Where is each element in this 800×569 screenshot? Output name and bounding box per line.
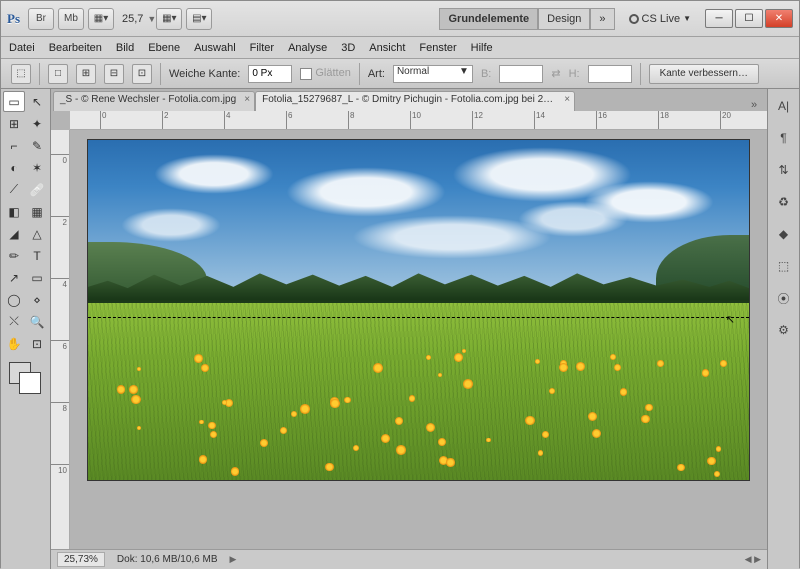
height-input [588,65,632,83]
dock-icon-7[interactable]: ⚙ [773,319,795,341]
tool-7[interactable]: ✶ [26,157,48,178]
tool-23[interactable]: ⊡ [26,333,48,354]
marquee-selection [88,317,749,318]
selection-subtract[interactable]: ⊟ [104,64,124,84]
menu-filter[interactable]: Filter [250,42,274,54]
refine-edge-button[interactable]: Kante verbessern… [649,64,759,84]
menubar: Datei Bearbeiten Bild Ebene Auswahl Filt… [1,37,799,59]
dock-icon-3[interactable]: ♻ [773,191,795,213]
tool-5[interactable]: ✎ [26,135,48,156]
menu-ansicht[interactable]: Ansicht [369,42,405,54]
status-doc-size[interactable]: Dok: 10,6 MB/10,6 MB [117,554,218,565]
status-zoom[interactable]: 25,73% [57,552,105,567]
canvas-grass [88,303,749,480]
tool-4[interactable]: ⌐ [3,135,25,156]
feather-input[interactable] [248,65,292,83]
ruler-horizontal[interactable]: 02468101214161820 [70,111,767,130]
tool-10[interactable]: ◧ [3,201,25,222]
style-select[interactable]: Normal ▼ [393,65,473,83]
tool-2[interactable]: ⊞ [3,113,25,134]
menu-auswahl[interactable]: Auswahl [194,42,236,54]
menu-ebene[interactable]: Ebene [148,42,180,54]
selection-add[interactable]: ⊞ [76,64,96,84]
menu-fenster[interactable]: Fenster [419,42,456,54]
close-button[interactable]: ✕ [765,9,793,28]
feather-label: Weiche Kante: [169,68,240,80]
antialias-checkbox [300,68,312,80]
selection-new[interactable]: □ [48,64,68,84]
tool-20[interactable]: ⤬ [3,311,25,332]
tool-18[interactable]: ◯ [3,289,25,310]
cs-live-button[interactable]: CS Live▼ [621,13,699,25]
menu-datei[interactable]: Datei [9,42,35,54]
tool-21[interactable]: 🔍 [26,311,48,332]
menu-bearbeiten[interactable]: Bearbeiten [49,42,102,54]
close-icon[interactable]: × [564,94,570,105]
menu-bild[interactable]: Bild [116,42,134,54]
canvas[interactable]: ↖ [88,140,749,480]
maximize-button[interactable]: ☐ [735,9,763,28]
tabs-overflow[interactable]: » [741,99,767,111]
tool-1[interactable]: ↖ [26,91,48,112]
minibridge-button[interactable]: Mb [58,8,84,30]
right-dock: A| ¶ ⇅ ♻ ◆ ⬚ ⦿ ⚙ [767,89,799,569]
height-label: H: [569,68,580,80]
dock-icon-2[interactable]: ⇅ [773,159,795,181]
tool-6[interactable]: ◐ [3,157,25,178]
background-color[interactable] [19,372,41,394]
view-extras-button[interactable]: ▤▾ [186,8,212,30]
tool-8[interactable]: ⟋ [3,179,25,200]
document-tab-2[interactable]: Fotolia_15279687_L - © Dmitry Pichugin -… [255,91,575,111]
app-icon: Ps [7,11,20,27]
arrange-button[interactable]: ▦▾ [156,8,182,30]
bridge-button[interactable]: Br [28,8,54,30]
dock-icon-5[interactable]: ⬚ [773,255,795,277]
antialias-label: Glätten [315,67,350,79]
dock-icon-1[interactable]: ¶ [773,127,795,149]
status-bar: 25,73% Dok: 10,6 MB/10,6 MB ▶ ◀ ▶ [51,549,767,569]
color-swatches[interactable] [3,360,48,396]
width-label: B: [481,68,491,80]
close-icon[interactable]: × [244,94,250,105]
dock-icon-4[interactable]: ◆ [773,223,795,245]
workspace-tab-design[interactable]: Design [538,8,590,30]
tool-14[interactable]: ✏ [3,245,25,266]
width-input [499,65,543,83]
tool-15[interactable]: T [26,245,48,266]
tool-9[interactable]: 🩹 [26,179,48,200]
zoom-value[interactable]: 25,7 [122,13,143,25]
style-label: Art: [368,68,385,80]
tool-13[interactable]: △ [26,223,48,244]
minimize-button[interactable]: ─ [705,9,733,28]
dock-icon-0[interactable]: A| [773,95,795,117]
ruler-vertical[interactable]: 0246810 [51,130,70,549]
options-bar: ⬚ □ ⊞ ⊟ ⊡ Weiche Kante: Glätten Art: Nor… [1,59,799,89]
document-tabs: _S - © Rene Wechsler - Fotolia.com.jpg× … [51,89,767,111]
workspace-more[interactable]: » [590,8,614,30]
tool-16[interactable]: ↗ [3,267,25,288]
dock-icon-6[interactable]: ⦿ [773,287,795,309]
menu-3d[interactable]: 3D [341,42,355,54]
workspace-tab-grundelemente[interactable]: Grundelemente [439,8,538,30]
tool-12[interactable]: ◢ [3,223,25,244]
toolbox: ▭↖⊞✦⌐✎◐✶⟋🩹◧▦◢△✏T↗▭◯⋄⤬🔍✋⊡ [1,89,51,569]
screen-mode-button[interactable]: ▦▾ [88,8,114,30]
tool-11[interactable]: ▦ [26,201,48,222]
tool-17[interactable]: ▭ [26,267,48,288]
tool-22[interactable]: ✋ [3,333,25,354]
marquee-tool-preset[interactable]: ⬚ [11,64,31,84]
selection-intersect[interactable]: ⊡ [132,64,152,84]
tool-3[interactable]: ✦ [26,113,48,134]
tool-0[interactable]: ▭ [3,91,25,112]
document-tab-1[interactable]: _S - © Rene Wechsler - Fotolia.com.jpg× [53,91,255,111]
titlebar: Ps Br Mb ▦▾ 25,7▼ ▦▾ ▤▾ Grundelemente De… [1,1,799,37]
menu-hilfe[interactable]: Hilfe [471,42,493,54]
menu-analyse[interactable]: Analyse [288,42,327,54]
cursor-icon: ↖ [726,313,735,326]
tool-19[interactable]: ⋄ [26,289,48,310]
